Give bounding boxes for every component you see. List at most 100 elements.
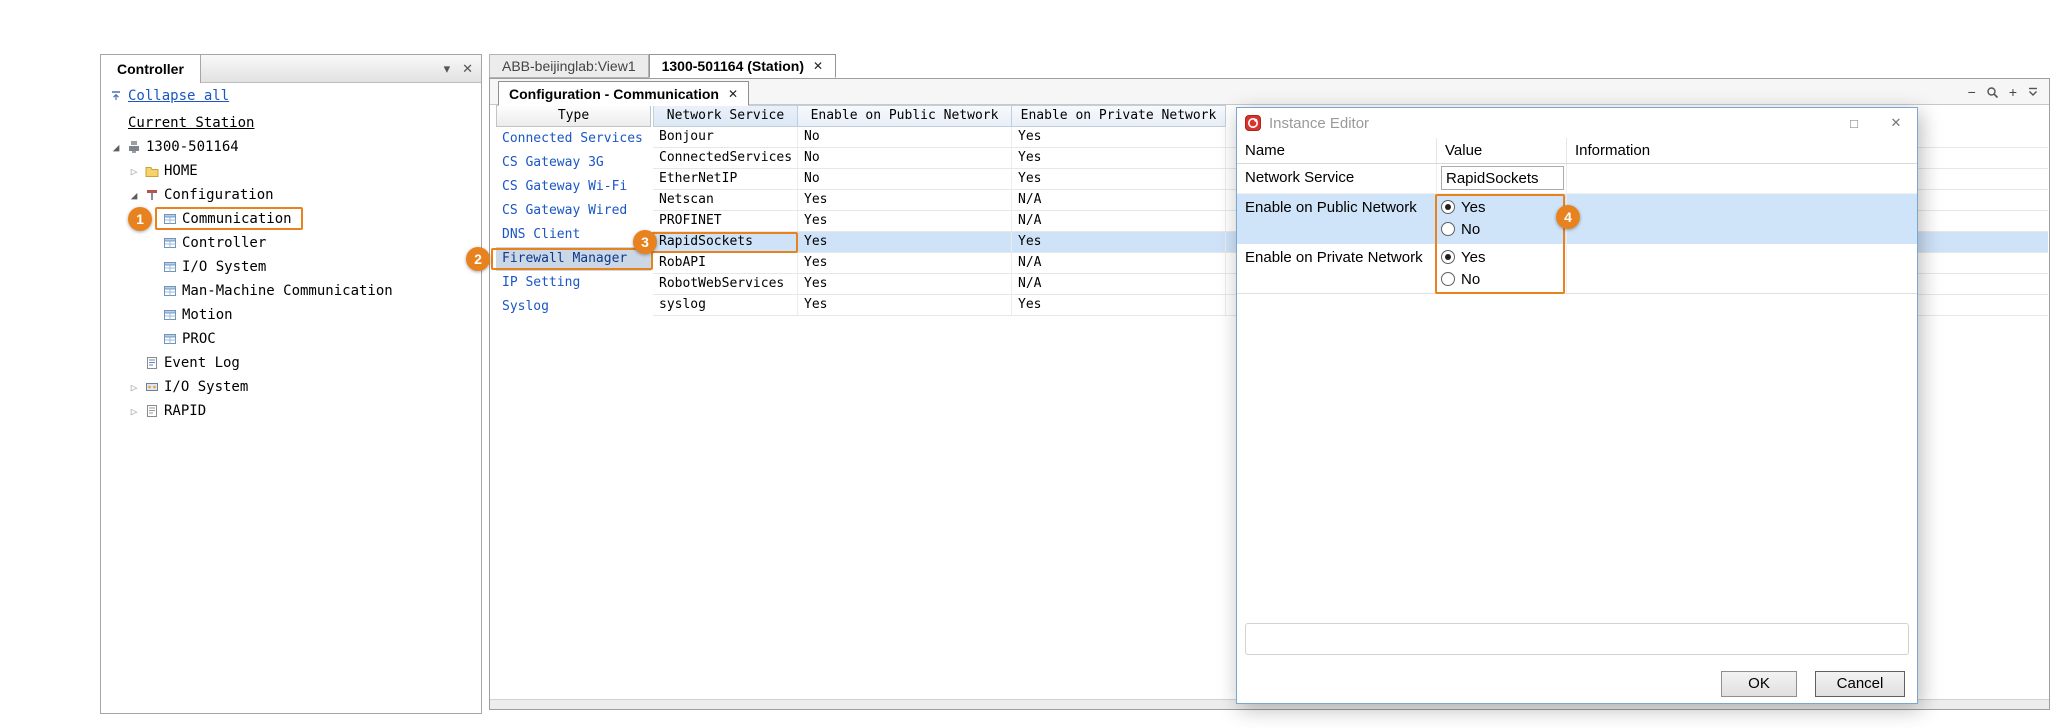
type-item-cs-gateway-wifi[interactable]: CS Gateway Wi-Fi — [496, 175, 651, 199]
cell-private: N/A — [1012, 274, 1226, 294]
tree-item-io-system-config[interactable]: I/O System — [101, 255, 481, 279]
tree-item-communication[interactable]: Communication — [101, 207, 481, 231]
folder-icon — [143, 164, 161, 178]
tab-configuration-communication[interactable]: Configuration - Communication ✕ — [498, 81, 749, 106]
step-4-badge: 4 — [1556, 205, 1580, 229]
field-information — [1567, 244, 1917, 293]
tree-item-label: Current Station — [125, 115, 254, 131]
cell-public: Yes — [798, 253, 1012, 273]
tree-item-io-system[interactable]: ▷ I/O System — [101, 375, 481, 399]
tree-item-label: Communication — [179, 211, 292, 227]
tree-item-label: I/O System — [179, 259, 266, 275]
tab-label: Configuration - Communication — [509, 86, 719, 102]
cell-public: No — [798, 169, 1012, 189]
tree-item-event-log[interactable]: Event Log — [101, 351, 481, 375]
close-icon[interactable]: ✕ — [462, 61, 473, 77]
instance-editor-dialog: Instance Editor □ ✕ Name Value Informati… — [1236, 107, 1918, 704]
cell-network-service: syslog — [653, 295, 798, 315]
tree-item-configuration[interactable]: ◢ Configuration — [101, 183, 481, 207]
panel-menu-icon[interactable] — [2027, 86, 2039, 98]
rapid-program-icon — [143, 404, 161, 418]
column-header-enable-private[interactable]: Enable on Private Network — [1012, 105, 1226, 127]
tree-item-motion[interactable]: Motion — [101, 303, 481, 327]
collapse-all-icon — [110, 90, 122, 102]
view-tab-bar: ABB-beijinglab:View1 1300-501164 (Statio… — [489, 54, 836, 78]
radio-public-yes[interactable]: Yes — [1441, 196, 1566, 218]
type-item-connected-services[interactable]: Connected Services — [496, 127, 651, 151]
ok-button[interactable]: OK — [1721, 671, 1797, 697]
type-item-ip-setting[interactable]: IP Setting — [496, 271, 651, 295]
field-row-enable-private-network: Enable on Private Network Yes No — [1237, 244, 1917, 294]
io-system-icon — [143, 380, 161, 394]
tree-item-label: Motion — [179, 307, 233, 323]
network-service-value-input[interactable] — [1441, 166, 1564, 190]
field-value — [1437, 164, 1567, 193]
tree-item-proc[interactable]: PROC — [101, 327, 481, 351]
column-header-enable-public[interactable]: Enable on Public Network — [798, 105, 1012, 127]
cell-network-service: RobotWebServices — [653, 274, 798, 294]
close-icon[interactable]: ✕ — [728, 87, 738, 101]
cell-network-service: RapidSockets — [653, 232, 798, 252]
expander-collapsed-icon[interactable]: ▷ — [125, 405, 143, 418]
dialog-column-headers: Name Value Information — [1237, 138, 1917, 164]
cell-public: No — [798, 127, 1012, 147]
expander-collapsed-icon[interactable]: ▷ — [125, 381, 143, 394]
cancel-button[interactable]: Cancel — [1815, 671, 1905, 697]
radio-private-no[interactable]: No — [1441, 268, 1566, 290]
tab-1300-501164-station[interactable]: 1300-501164 (Station) ✕ — [649, 54, 836, 78]
instance-description-input[interactable] — [1245, 623, 1909, 655]
screenshot-root: Controller ▾ ✕ Collapse all Current Stat… — [0, 0, 2057, 728]
expander-collapsed-icon[interactable]: ▷ — [125, 165, 143, 178]
cell-private: Yes — [1012, 232, 1226, 252]
zoom-out-icon[interactable]: − — [1968, 84, 1976, 100]
tree-item-rapid[interactable]: ▷ RAPID — [101, 399, 481, 423]
cell-network-service: RobAPI — [653, 253, 798, 273]
maximize-icon[interactable]: □ — [1833, 108, 1875, 138]
config-grid-icon — [161, 332, 179, 346]
tree-item-home[interactable]: ▷ HOME — [101, 159, 481, 183]
type-item-cs-gateway-wired[interactable]: CS Gateway Wired — [496, 199, 651, 223]
cell-public: Yes — [798, 295, 1012, 315]
zoom-in-icon[interactable]: + — [2009, 84, 2017, 100]
type-item-syslog[interactable]: Syslog — [496, 295, 651, 319]
field-name: Enable on Public Network — [1237, 194, 1437, 244]
collapse-all-row: Collapse all — [101, 83, 481, 109]
tree-item-man-machine-communication[interactable]: Man-Machine Communication — [101, 279, 481, 303]
tree-item-controller-config[interactable]: Controller — [101, 231, 481, 255]
expander-expanded-icon[interactable]: ◢ — [107, 141, 125, 154]
tree-item-label: PROC — [179, 331, 216, 347]
collapse-all-link[interactable]: Collapse all — [128, 88, 229, 104]
tree-item-label: Event Log — [161, 355, 240, 371]
cell-public: No — [798, 148, 1012, 168]
tab-abb-beijinglab-view1[interactable]: ABB-beijinglab:View1 — [489, 54, 649, 78]
configuration-tools-icon — [143, 188, 161, 202]
radio-private-yes[interactable]: Yes — [1441, 246, 1566, 268]
config-grid-icon — [161, 284, 179, 298]
search-icon[interactable] — [1986, 86, 1999, 99]
config-grid-icon — [161, 236, 179, 250]
radio-public-no[interactable]: No — [1441, 218, 1566, 240]
close-icon[interactable]: ✕ — [1875, 108, 1917, 138]
cell-network-service: Netscan — [653, 190, 798, 210]
close-icon[interactable]: ✕ — [813, 55, 823, 77]
controller-panel-header: Controller ▾ ✕ — [101, 55, 481, 83]
expander-expanded-icon[interactable]: ◢ — [125, 189, 143, 202]
step-2-badge: 2 — [466, 247, 490, 271]
cell-private: N/A — [1012, 211, 1226, 231]
type-list-panel: Type Connected Services CS Gateway 3G CS… — [496, 105, 651, 699]
cell-public: Yes — [798, 190, 1012, 210]
panel-menu-icon[interactable]: ▾ — [444, 61, 451, 77]
config-grid-icon — [161, 260, 179, 274]
tree-item-label: Configuration — [161, 187, 274, 203]
document-tab-strip: Configuration - Communication ✕ − + — [490, 79, 2049, 105]
tab-controller[interactable]: Controller — [100, 54, 201, 83]
field-information — [1567, 164, 1917, 193]
type-item-dns-client[interactable]: DNS Client — [496, 223, 651, 247]
type-item-firewall-manager[interactable]: Firewall Manager — [496, 247, 651, 271]
column-header-network-service[interactable]: Network Service — [653, 105, 798, 127]
radio-label: Yes — [1461, 249, 1485, 266]
tree-item-current-station[interactable]: Current Station — [101, 111, 481, 135]
tree-item-1300-501164[interactable]: ◢ 1300-501164 — [101, 135, 481, 159]
type-item-cs-gateway-3g[interactable]: CS Gateway 3G — [496, 151, 651, 175]
tab-label: 1300-501164 (Station) — [662, 55, 804, 77]
